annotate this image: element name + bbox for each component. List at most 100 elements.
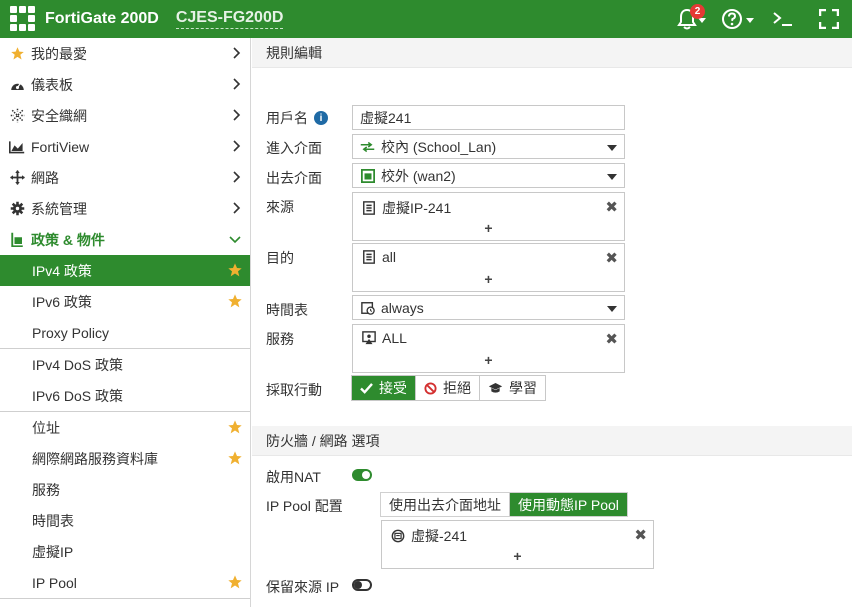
name-input[interactable]: 虛擬241 (352, 105, 625, 130)
policy-edit-panel: 規則編輯 用戶名 i 虛擬241 進入介面 校內 (School_Lan) 出去… (252, 38, 852, 607)
service-field[interactable]: ALL ✖ + (352, 324, 625, 373)
source-field[interactable]: 虛擬IP-241 ✖ + (352, 192, 625, 241)
ippool-field[interactable]: 虛擬-241 ✖ + (381, 520, 654, 569)
remove-icon[interactable]: ✖ (605, 249, 618, 267)
name-label-row: 用戶名 i (266, 108, 328, 128)
star-icon[interactable] (227, 293, 243, 309)
fullscreen-icon (819, 9, 839, 29)
sidebar-item-label: 網際網路服務資料庫 (32, 450, 158, 467)
remove-icon[interactable]: ✖ (605, 330, 618, 348)
star-icon[interactable] (227, 574, 243, 590)
chevron-down-icon (229, 236, 241, 244)
dashboard-icon (9, 77, 25, 93)
chevron-down-icon (745, 18, 754, 23)
sidebar-item-policy-objects[interactable]: 政策 & 物件 (0, 224, 250, 255)
preserve-source-port-toggle[interactable] (352, 579, 372, 591)
sidebar-item-fortiview[interactable]: FortiView (0, 131, 250, 162)
ippool-mode-group: 使用出去介面地址 使用動態IP Pool (380, 492, 628, 517)
top-bar: FortiGate 200D CJES-FG200D 2 (0, 0, 852, 38)
star-icon[interactable] (227, 450, 243, 466)
cli-console-button[interactable] (760, 0, 806, 38)
destination-entry[interactable]: all (361, 249, 396, 265)
sidebar-item-label: 儀表板 (31, 76, 73, 93)
sidebar-item-proxy-policy[interactable]: Proxy Policy (0, 317, 250, 348)
sidebar-item-label: 時間表 (32, 512, 74, 529)
sidebar-item-label: IPv6 政策 (32, 293, 92, 310)
chevron-right-icon (233, 47, 241, 59)
source-entry[interactable]: 虛擬IP-241 (361, 198, 451, 218)
fullscreen-button[interactable] (806, 0, 852, 38)
add-service-button[interactable]: + (353, 352, 624, 368)
help-button[interactable] (714, 0, 760, 38)
sidebar-item-addresses[interactable]: 位址 (0, 412, 250, 443)
ippool-value: 虛擬-241 (411, 528, 468, 544)
fortinet-logo-icon (10, 6, 36, 32)
toggle-knob (362, 471, 370, 479)
gear-icon (9, 201, 25, 217)
sidebar-item-ip-pools[interactable]: IP Pool (0, 567, 250, 598)
chart-icon (9, 139, 25, 155)
use-dynamic-ippool-button[interactable]: 使用動態IP Pool (510, 493, 627, 516)
ippool-icon (390, 529, 405, 543)
sidebar-item-label: IPv4 政策 (32, 262, 92, 279)
service-entry[interactable]: ALL (361, 330, 407, 346)
sidebar-item-favorites[interactable]: 我的最愛 (0, 38, 250, 69)
nat-label: 啟用NAT (266, 469, 321, 485)
sidebar-item-dashboard[interactable]: 儀表板 (0, 69, 250, 100)
sidebar-item-network[interactable]: 網路 (0, 162, 250, 193)
sidebar-item-ipv6-dos-policy[interactable]: IPv6 DoS 政策 (0, 380, 250, 411)
schedule-select[interactable]: always (352, 295, 625, 320)
sidebar-item-label: 政策 & 物件 (31, 231, 105, 248)
interface-link-icon (360, 140, 375, 154)
sidebar-item-ipv4-policy[interactable]: IPv4 政策 (0, 255, 250, 286)
sidebar-item-ipv4-dos-policy[interactable]: IPv4 DoS 政策 (0, 349, 250, 380)
nat-toggle[interactable] (352, 469, 372, 481)
sidebar: 我的最愛 儀表板 安全織網 FortiView 網路 系統管理 政策 & 物件 … (0, 38, 251, 607)
destination-field[interactable]: all ✖ + (352, 243, 625, 292)
remove-icon[interactable]: ✖ (634, 526, 647, 544)
accept-button[interactable]: 接受 (352, 376, 416, 400)
sidebar-item-internet-service-db[interactable]: 網際網路服務資料庫 (0, 443, 250, 474)
deny-button[interactable]: 拒絕 (416, 376, 480, 400)
sidebar-item-system[interactable]: 系統管理 (0, 193, 250, 224)
sidebar-item-security-fabric[interactable]: 安全織網 (0, 100, 250, 131)
outgoing-interface-select[interactable]: 校外 (wan2) (352, 163, 625, 188)
star-icon[interactable] (227, 262, 243, 278)
add-source-button[interactable]: + (353, 220, 624, 236)
action-button-group: 接受 拒絕 學習 (351, 375, 546, 401)
chevron-right-icon (233, 109, 241, 121)
check-icon (360, 382, 373, 394)
sidebar-item-virtual-ips[interactable]: 虛擬IP (0, 536, 250, 567)
network-icon (9, 170, 25, 186)
use-outgoing-interface-button[interactable]: 使用出去介面地址 (381, 493, 510, 516)
service-icon (361, 331, 376, 345)
sidebar-item-ipv6-policy[interactable]: IPv6 政策 (0, 286, 250, 317)
sidebar-item-schedules[interactable]: 時間表 (0, 505, 250, 536)
remove-icon[interactable]: ✖ (605, 198, 618, 216)
section-title: 防火牆 / 網路 選項 (266, 432, 380, 449)
hostname-link[interactable]: CJES-FG200D (175, 9, 284, 29)
info-icon[interactable]: i (314, 111, 328, 125)
outgoing-interface-value: 校外 (wan2) (381, 167, 456, 184)
policy-icon (9, 232, 25, 248)
notifications-button[interactable]: 2 (668, 0, 714, 38)
sidebar-item-label: Proxy Policy (32, 324, 110, 341)
incoming-interface-select[interactable]: 校內 (School_Lan) (352, 134, 625, 159)
sidebar-item-label: 安全織網 (31, 107, 87, 124)
add-ippool-button[interactable]: + (382, 548, 653, 564)
sidebar-item-label: 虛擬IP (32, 543, 74, 560)
action-label: 採取行動 (266, 382, 322, 398)
learn-button[interactable]: 學習 (480, 376, 545, 400)
dropdown-caret-icon (607, 306, 617, 312)
add-destination-button[interactable]: + (353, 271, 624, 287)
address-object-icon (361, 250, 376, 264)
sidebar-item-label: IPv6 DoS 政策 (32, 387, 124, 404)
service-value: ALL (382, 330, 407, 346)
ippool-entry[interactable]: 虛擬-241 (390, 526, 467, 546)
schedule-value: always (381, 299, 424, 316)
chevron-right-icon (233, 78, 241, 90)
star-icon[interactable] (227, 419, 243, 435)
sidebar-item-services[interactable]: 服務 (0, 474, 250, 505)
chevron-right-icon (233, 171, 241, 183)
chevron-right-icon (233, 202, 241, 214)
